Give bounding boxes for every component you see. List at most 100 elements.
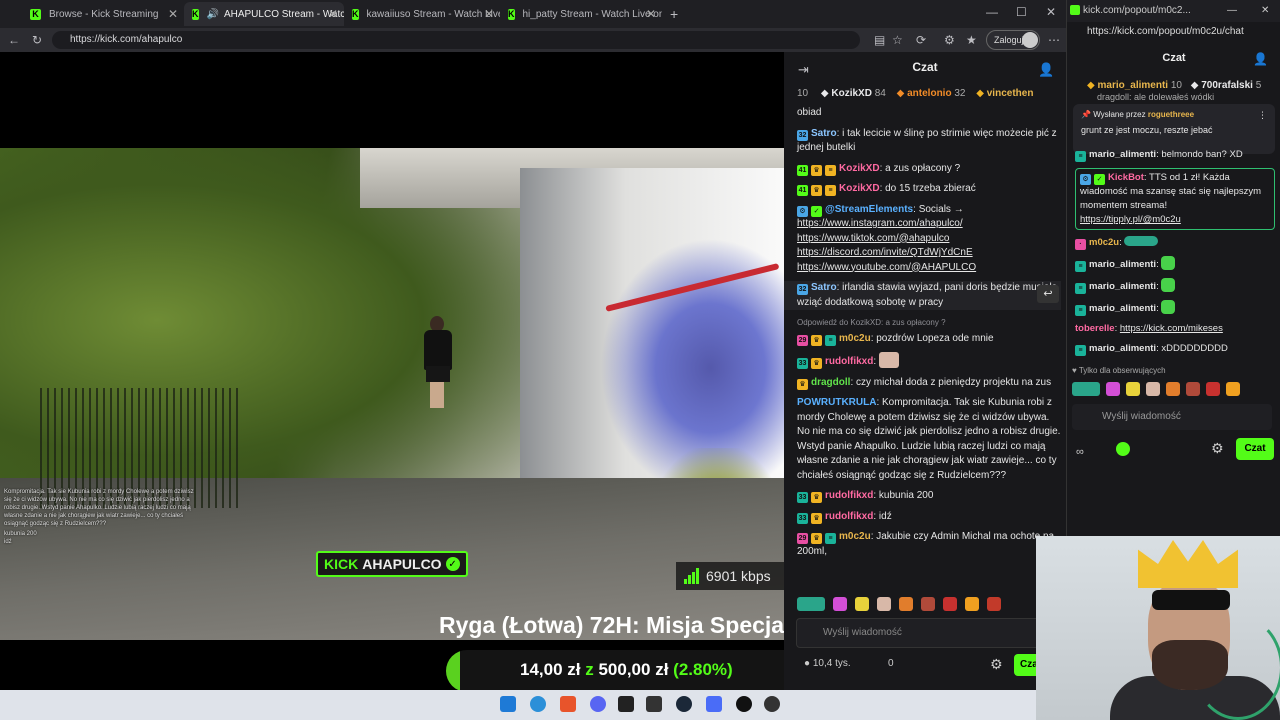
steam-icon[interactable]	[676, 696, 692, 712]
list-item: 29 ♛ ≡ m0c2u: pozdrów Lopeza ode mnie	[797, 332, 994, 346]
emote-icon[interactable]	[833, 597, 847, 611]
emote-icon[interactable]	[855, 597, 869, 611]
donation-goal-fill	[446, 650, 460, 692]
new-tab-icon[interactable]: +	[670, 6, 678, 22]
reload-icon[interactable]: ↻	[32, 33, 42, 47]
edge-icon[interactable]	[530, 696, 546, 712]
sub-badge-icon: ≡	[1075, 305, 1086, 316]
refresh-ext-icon[interactable]: ⟳	[916, 33, 926, 47]
obs-icon[interactable]	[764, 696, 780, 712]
tab-ahapulco[interactable]: K 🔊 AHAPULCO Stream - Watch L✕	[184, 2, 344, 26]
windows-taskbar	[0, 690, 1036, 720]
popout-url[interactable]: https://kick.com/popout/m0c2u/chat	[1071, 24, 1277, 40]
popout-send-button[interactable]: Czat	[1236, 438, 1274, 460]
sub-badge-icon: ≡	[1075, 261, 1086, 272]
infinity-icon[interactable]: ∞	[1076, 446, 1084, 458]
emote-icon[interactable]	[1072, 382, 1100, 396]
emote-icon[interactable]	[1106, 382, 1120, 396]
leader-icon: ◆	[1087, 80, 1095, 91]
minimize-icon[interactable]: —	[1227, 0, 1237, 22]
window-close-icon[interactable]: ✕	[1046, 5, 1056, 19]
headset-icon	[1193, 615, 1280, 720]
user-settings-icon[interactable]: 👤	[1038, 62, 1054, 78]
leader-icon: ◆	[820, 88, 829, 99]
reader-icon[interactable]: ▤	[874, 33, 885, 47]
url-field[interactable]: https://kick.com/ahapulco	[52, 31, 860, 49]
app-icon[interactable]	[706, 696, 722, 712]
social-link[interactable]: https://www.instagram.com/ahapulco/	[797, 218, 963, 229]
list-item: 33 ♛ rudolfikxd:	[797, 352, 1061, 370]
emote-icon[interactable]	[921, 597, 935, 611]
gear-icon[interactable]: ⚙	[990, 656, 1003, 673]
emote-icon[interactable]	[943, 597, 957, 611]
more-icon[interactable]: ⋮	[1258, 110, 1267, 121]
brave-icon[interactable]	[560, 696, 576, 712]
emote-icon[interactable]	[1226, 382, 1240, 396]
tab-label: Browse - Kick Streaming	[49, 8, 159, 20]
emote-icon[interactable]	[877, 597, 891, 611]
close-icon[interactable]: ✕	[646, 7, 656, 21]
tab-kawaiiuso[interactable]: Kkawaiiuso Stream - Watch Live on✕	[344, 2, 500, 26]
emote-icon[interactable]	[1206, 382, 1220, 396]
crown-badge-icon: ♛	[811, 334, 822, 346]
app-icon[interactable]	[618, 696, 634, 712]
emote-icon[interactable]	[1166, 382, 1180, 396]
emote-icon[interactable]	[965, 597, 979, 611]
kick-favicon-icon: K	[192, 8, 199, 20]
verified-badge-icon: ✓	[1094, 174, 1105, 185]
points-count: 0	[888, 658, 894, 669]
window-close-icon[interactable]: ✕	[1261, 0, 1269, 22]
maximize-icon[interactable]: ☐	[1016, 5, 1027, 19]
windows-start-icon[interactable]	[500, 696, 516, 712]
back-icon[interactable]: ←	[8, 33, 20, 47]
list-item: ≡ mario_alimenti:	[1075, 278, 1275, 294]
emote-icon[interactable]	[987, 597, 1001, 611]
emote-icon	[1161, 256, 1176, 270]
star-icon[interactable]: ☆	[892, 33, 903, 47]
cat-emote-icon	[878, 352, 899, 368]
favorites-icon[interactable]: ★	[966, 33, 977, 47]
emote-icon[interactable]	[1186, 382, 1200, 396]
emote-icon[interactable]	[899, 597, 913, 611]
partial-message: dragdoll: ale dolewałeś wódki	[1097, 92, 1215, 102]
social-link[interactable]: https://www.tiktok.com/@ahapulco	[797, 233, 949, 244]
epic-games-icon[interactable]	[646, 696, 662, 712]
list-item: · m0c2u:	[1075, 236, 1275, 250]
emote-icon[interactable]	[1126, 382, 1140, 396]
tab-label: AHAPULCO Stream - Watch L	[223, 8, 344, 20]
social-link[interactable]: https://www.youtube.com/@AHAPULCO	[797, 262, 976, 273]
discord-icon[interactable]	[590, 696, 606, 712]
reply-icon[interactable]: ↩	[1037, 285, 1059, 303]
minimize-icon[interactable]: —	[986, 5, 998, 19]
avatar[interactable]	[1022, 32, 1038, 48]
app-icon[interactable]	[736, 696, 752, 712]
tab-hi-patty[interactable]: Khi_patty Stream - Watch Live on ✕	[500, 2, 662, 26]
chat-input[interactable]: Wyślij wiadomość	[796, 618, 1046, 648]
leader-icon: ◆	[896, 88, 905, 99]
list-item: ≡ mario_alimenti: xDDDDDDDDD	[1075, 342, 1275, 356]
emote-icon[interactable]	[1146, 382, 1160, 396]
list-item: ♛ dragdoll: czy michał doda z pieniędzy p…	[797, 376, 1061, 391]
emote-icon[interactable]	[797, 597, 825, 611]
close-icon[interactable]: ✕	[484, 7, 494, 21]
crown-badge-icon: ♛	[811, 512, 822, 524]
close-icon[interactable]: ✕	[328, 7, 338, 21]
list-item: 33 ♛ rudolfikxd: idź	[797, 510, 892, 524]
user-settings-icon[interactable]: 👤	[1253, 52, 1268, 66]
menu-dots-icon[interactable]: ⋯	[1048, 33, 1060, 47]
tab-browse[interactable]: K Browse - Kick Streaming ✕	[22, 2, 184, 26]
gear-icon[interactable]: ⚙	[1211, 440, 1224, 457]
kick-favicon-icon: K	[352, 8, 359, 20]
close-icon[interactable]: ✕	[168, 7, 178, 21]
sub-badge-icon: ≡	[825, 533, 836, 544]
crown-badge-icon: ♛	[811, 185, 822, 196]
kick-favicon-icon: K	[30, 8, 41, 20]
list-item: ⚙ ✓ @StreamElements: Socials → https://www…	[797, 203, 977, 273]
extension-icon[interactable]: ⚙	[944, 33, 955, 47]
popout-message-list: ≡ mario_alimenti: belmondo ban? XD ⚙ ✓ Kick…	[1075, 148, 1275, 362]
popout-leaderboard: ◆ mario_alimenti 10 ◆ 700rafalski 5	[1087, 80, 1262, 91]
popout-chat-input[interactable]: Wyślij wiadomość	[1072, 404, 1272, 430]
social-link[interactable]: https://discord.com/invite/QTdWjYdCnE	[797, 247, 973, 258]
bot-badge-icon: ⚙	[797, 205, 808, 217]
video-player[interactable]	[0, 52, 784, 690]
